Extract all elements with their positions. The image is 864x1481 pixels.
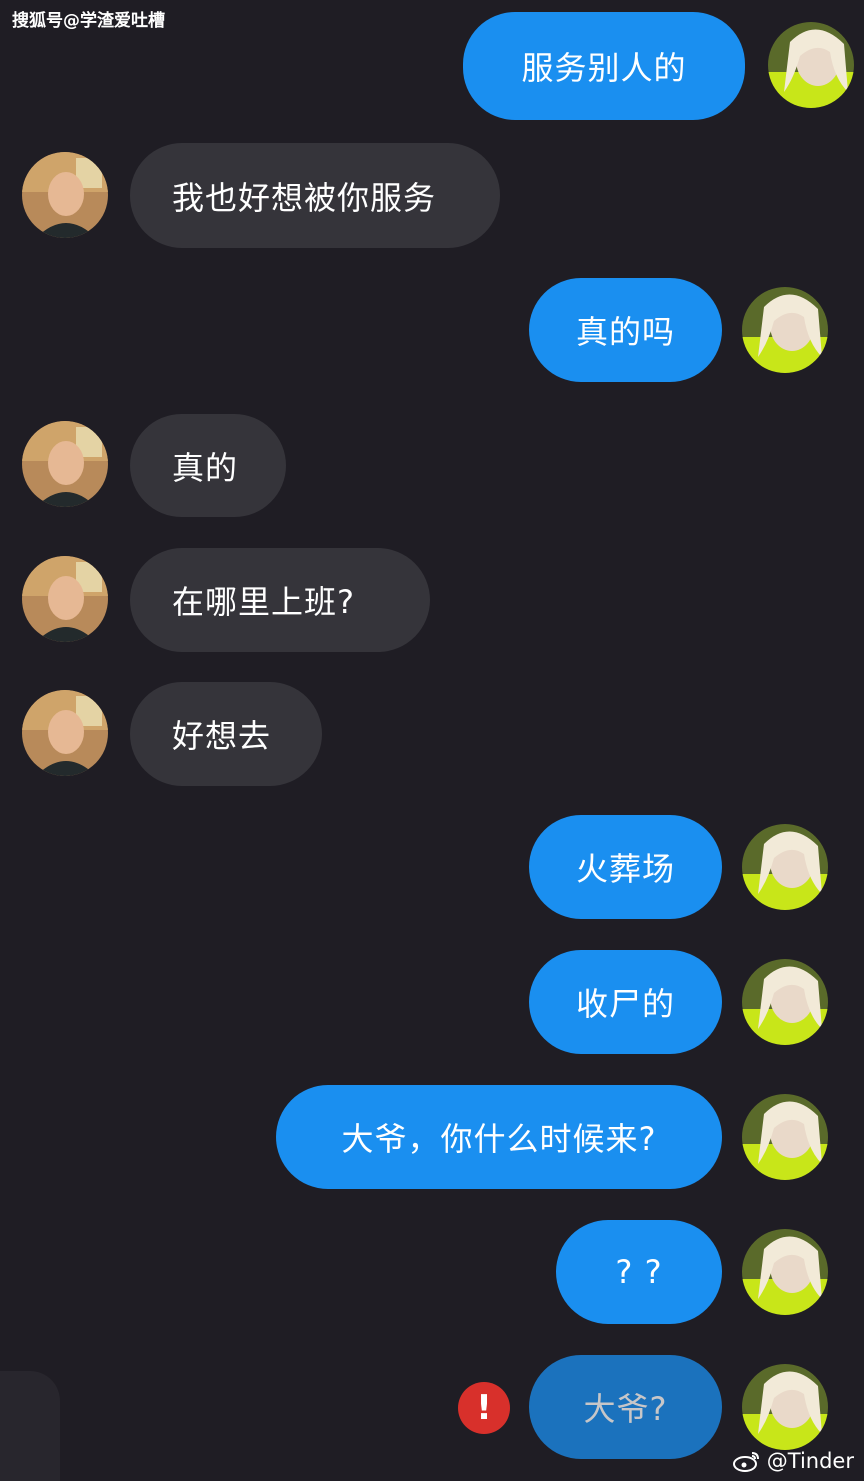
contact-avatar[interactable]	[22, 421, 108, 507]
message-text: 大爷?	[583, 1390, 668, 1428]
message-text: ? ?	[615, 1253, 663, 1291]
my-avatar[interactable]	[742, 287, 828, 373]
message-text: 在哪里上班?	[172, 583, 355, 621]
message-text: 真的	[172, 448, 239, 487]
my-avatar[interactable]	[768, 22, 854, 108]
my-avatar[interactable]	[742, 824, 828, 910]
contact-avatar[interactable]	[22, 556, 108, 642]
weibo-icon	[732, 1450, 761, 1472]
message-text: 收尸的	[575, 985, 675, 1023]
message-bubble-incoming[interactable]: 在哪里上班?	[130, 548, 430, 652]
message-text: 火葬场	[575, 850, 675, 888]
my-avatar[interactable]	[742, 1364, 828, 1450]
chat-screen: 搜狐号@学渣爱吐槽 服务别人的 我也好想被你服务 真的吗 真的 在哪里上班? 好…	[0, 0, 864, 1481]
watermark-bottom-text: @Tinder	[766, 1449, 854, 1473]
message-bubble-outgoing[interactable]: 收尸的	[529, 950, 722, 1054]
message-bubble-outgoing[interactable]: 火葬场	[529, 815, 722, 919]
message-text: 服务别人的	[521, 49, 687, 87]
message-bubble-outgoing[interactable]: 真的吗	[529, 278, 722, 382]
watermark-bottom: @Tinder	[732, 1449, 854, 1473]
message-bubble-incoming[interactable]: 好想去	[130, 682, 322, 786]
send-failed-icon[interactable]: !	[458, 1382, 510, 1434]
message-text: 大爷，你什么时候来?	[341, 1120, 657, 1158]
my-avatar[interactable]	[742, 959, 828, 1045]
bottom-left-overlay	[0, 1371, 60, 1481]
message-bubble-incoming[interactable]: 真的	[130, 414, 286, 517]
message-bubble-outgoing-failed[interactable]: 大爷?	[529, 1355, 722, 1459]
message-bubble-incoming[interactable]: 我也好想被你服务	[130, 143, 500, 248]
message-text: 我也好想被你服务	[172, 178, 437, 217]
contact-avatar[interactable]	[22, 690, 108, 776]
error-badge-text: !	[476, 1388, 492, 1428]
message-bubble-outgoing[interactable]: ? ?	[556, 1220, 722, 1324]
message-text: 真的吗	[575, 313, 675, 351]
message-text: 好想去	[172, 717, 272, 755]
my-avatar[interactable]	[742, 1229, 828, 1315]
message-bubble-outgoing[interactable]: 服务别人的	[463, 12, 745, 120]
my-avatar[interactable]	[742, 1094, 828, 1180]
watermark-top: 搜狐号@学渣爱吐槽	[12, 11, 165, 31]
contact-avatar[interactable]	[22, 152, 108, 238]
message-bubble-outgoing[interactable]: 大爷，你什么时候来?	[276, 1085, 722, 1189]
